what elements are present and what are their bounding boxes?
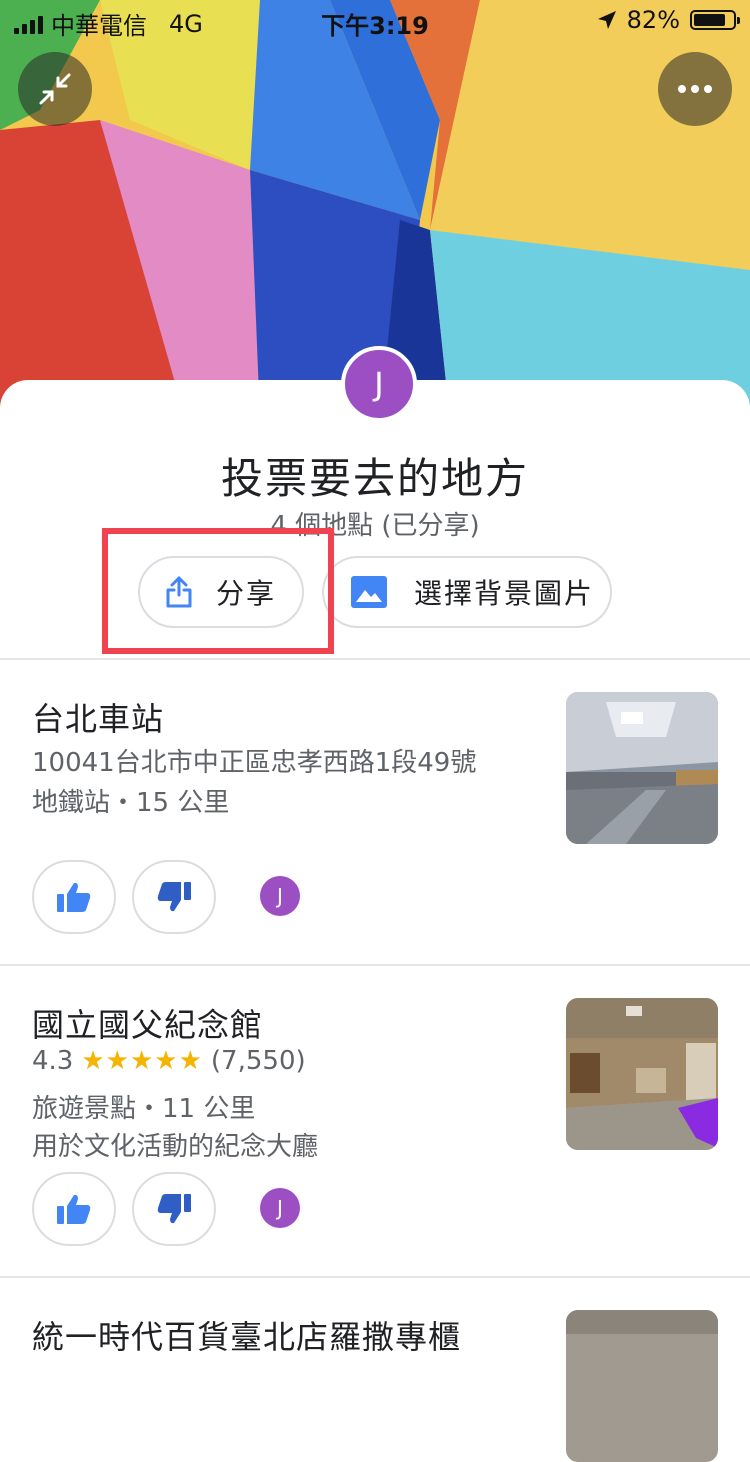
thumbs-up-button[interactable] (32, 1172, 116, 1246)
voter-avatar[interactable]: J (260, 1188, 300, 1228)
place-name[interactable]: 國立國父紀念館 (32, 1000, 263, 1046)
highlight-annotation (102, 528, 334, 654)
rating-row: 4.3 ★★★★★ (7,550) (32, 1046, 306, 1076)
divider (0, 964, 750, 966)
place-description: 用於文化活動的紀念大廳 (32, 1132, 319, 1162)
divider (0, 1276, 750, 1278)
battery-percent: 82% (626, 6, 680, 34)
thumbs-down-icon (157, 882, 191, 912)
list-title: 投票要去的地方 (220, 454, 529, 503)
collapse-button[interactable] (18, 52, 92, 126)
place-meta: 地鐵站・15 公里 (32, 788, 230, 818)
collapse-icon (39, 73, 71, 105)
place-photo[interactable] (566, 998, 718, 1150)
star-rating: ★★★★★ (81, 1046, 203, 1076)
review-count[interactable]: (7,550) (211, 1046, 306, 1076)
thumbs-up-icon (57, 882, 91, 912)
owner-avatar[interactable]: J (341, 346, 417, 422)
thumbs-down-button[interactable] (132, 860, 216, 934)
place-photo[interactable] (566, 1310, 718, 1462)
battery-icon (690, 10, 740, 30)
thumbs-down-icon (157, 1194, 191, 1224)
place-address: 10041台北市中正區忠孝西路1段49號 (32, 748, 477, 778)
more-icon (678, 85, 712, 93)
choose-background-label: 選擇背景圖片 (414, 577, 595, 610)
rating-value: 4.3 (32, 1046, 74, 1076)
thumbs-up-button[interactable] (32, 860, 116, 934)
voter-avatar[interactable]: J (260, 876, 300, 916)
place-photo[interactable] (566, 692, 718, 844)
status-bar: 中華電信 4G 下午3:19 82% (0, 0, 750, 40)
choose-background-button[interactable]: 選擇背景圖片 (322, 556, 612, 628)
image-icon (351, 576, 387, 608)
thumbs-up-icon (57, 1194, 91, 1224)
place-meta: 旅遊景點・11 公里 (32, 1094, 256, 1124)
thumbs-down-button[interactable] (132, 1172, 216, 1246)
divider (0, 658, 750, 660)
place-name[interactable]: 台北車站 (32, 694, 164, 740)
location-arrow-icon (597, 11, 616, 29)
more-options-button[interactable] (658, 52, 732, 126)
place-name[interactable]: 統一時代百貨臺北店羅撒專櫃 (32, 1312, 461, 1358)
